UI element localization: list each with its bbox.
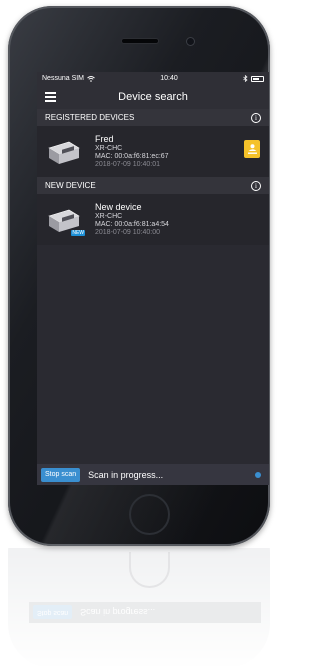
front-camera [187,38,194,45]
app-screen: Nessuna SIM 10:40 Device search REGISTER… [37,72,269,485]
reflection-scan-bar: Stop scan Scan in progress... [29,602,261,623]
user-download-icon[interactable] [244,140,260,158]
battery-icon [251,75,264,82]
hamburger-menu-icon[interactable] [45,92,56,102]
new-device-row[interactable]: NEW New device XR-CHC MAC: 00:0a:f6:81:a… [37,194,269,245]
device-model: XR-CHC [95,144,123,152]
bluetooth-icon [243,75,248,82]
device-box-icon: NEW [45,206,85,236]
stop-scan-button[interactable]: Stop scan [41,467,81,482]
registered-device-info: Fred XR-CHC MAC: 00:0a:f6:81:ec:67 2018-… [95,134,169,168]
device-model: XR-CHC [95,212,123,220]
scan-bar: Stop scan Scan in progress... [37,464,269,485]
title-bar: Device search [37,85,269,109]
status-time: 10:40 [160,75,178,82]
info-icon[interactable]: i [251,112,261,123]
scan-activity-indicator [255,472,261,478]
device-timestamp: 2018-07-09 10:40:00 [95,228,160,236]
phone-frame: Nessuna SIM 10:40 Device search REGISTER… [8,6,270,546]
device-mac: MAC: 00:0a:f6:81:a4:54 [95,220,169,228]
reflection-scan-text: Scan in progress... [80,607,156,618]
new-device-title: NEW DEVICE [45,181,96,190]
device-box-icon [45,138,83,166]
phone-reflection: Stop scan Scan in progress... [8,548,270,666]
new-badge: NEW [71,229,85,236]
status-left: Nessuna SIM [42,75,95,82]
device-mac: MAC: 00:0a:f6:81:ec:67 [95,152,169,160]
scan-status-text: Scan in progress... [88,469,164,480]
page-title: Device search [118,91,188,103]
registered-devices-title: REGISTERED DEVICES [45,113,135,122]
carrier-label: Nessuna SIM [42,75,85,82]
registered-devices-header: REGISTERED DEVICES i [37,109,269,126]
wifi-icon [87,75,95,82]
new-device-header: NEW DEVICE i [37,177,269,194]
home-button[interactable] [129,494,170,535]
earpiece-speaker [122,39,158,43]
status-bar: Nessuna SIM 10:40 [37,72,269,85]
device-timestamp: 2018-07-09 10:40:01 [95,160,160,168]
device-name: Fred [95,134,114,145]
registered-device-row[interactable]: Fred XR-CHC MAC: 00:0a:f6:81:ec:67 2018-… [37,126,269,177]
new-device-info: New device XR-CHC MAC: 00:0a:f6:81:a4:54… [95,202,169,236]
status-right [243,75,264,82]
device-name: New device [95,202,142,213]
info-icon[interactable]: i [251,180,261,191]
reflection-stop-scan: Stop scan [33,605,73,620]
